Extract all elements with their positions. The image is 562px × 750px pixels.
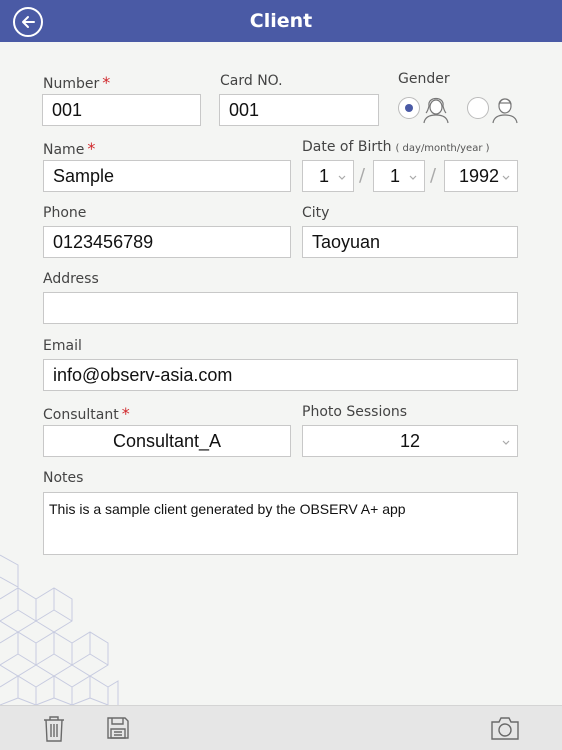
female-avatar-icon xyxy=(423,97,449,124)
chevron-down-icon xyxy=(409,175,417,180)
male-avatar-icon xyxy=(492,98,518,124)
bottom-toolbar xyxy=(0,705,562,750)
card-no-label: Card NO. xyxy=(220,73,283,89)
dob-separator: / xyxy=(359,165,366,186)
photo-sessions-value: 12 xyxy=(399,430,421,451)
phone-field[interactable]: 0123456789 xyxy=(43,226,291,258)
dob-format-hint: ( day/month/year ) xyxy=(395,143,490,154)
address-label: Address xyxy=(43,271,99,287)
notes-label: Notes xyxy=(43,470,84,486)
dob-label: Date of Birth( day/month/year ) xyxy=(302,139,490,155)
address-field[interactable] xyxy=(43,292,518,324)
dob-month-select[interactable]: 1 xyxy=(373,160,425,192)
city-label: City xyxy=(302,205,330,221)
save-disk-icon[interactable] xyxy=(106,716,130,740)
gender-male-radio[interactable] xyxy=(467,97,489,119)
number-field[interactable]: 001 xyxy=(42,94,201,126)
page-title: Client xyxy=(249,10,313,32)
name-field[interactable]: Sample xyxy=(43,160,291,192)
city-field[interactable]: Taoyuan xyxy=(302,226,518,258)
email-label: Email xyxy=(43,338,82,354)
photo-sessions-label: Photo Sessions xyxy=(302,404,408,420)
chevron-down-icon xyxy=(502,175,510,180)
card-no-field[interactable]: 001 xyxy=(219,94,379,126)
dob-day-value: 1 xyxy=(318,165,329,186)
dob-year-value: 1992 xyxy=(458,165,500,186)
phone-label: Phone xyxy=(43,205,87,221)
required-mark: * xyxy=(121,404,130,423)
dob-month-value: 1 xyxy=(389,165,400,186)
required-mark: * xyxy=(102,73,111,92)
trash-icon[interactable] xyxy=(42,715,66,743)
dob-year-select[interactable]: 1992 xyxy=(444,160,518,192)
photo-sessions-select[interactable]: 12 xyxy=(302,425,518,457)
required-mark: * xyxy=(87,139,96,158)
chevron-down-icon xyxy=(338,175,346,180)
notes-textarea[interactable]: This is a sample client generated by the… xyxy=(43,492,518,555)
app-header: Client xyxy=(0,0,562,42)
back-arrow-circle-icon xyxy=(22,16,35,28)
number-label: Number * xyxy=(43,73,111,92)
decorative-cube-pattern xyxy=(0,554,119,705)
back-button[interactable] xyxy=(13,7,43,37)
email-field[interactable]: info@observ-asia.com xyxy=(43,359,518,391)
chevron-down-icon xyxy=(502,440,510,445)
camera-icon[interactable] xyxy=(490,716,520,740)
name-label: Name * xyxy=(43,139,96,158)
dob-separator: / xyxy=(430,165,437,186)
gender-label: Gender xyxy=(398,71,450,87)
consultant-label: Consultant * xyxy=(43,404,130,423)
dob-day-select[interactable]: 1 xyxy=(302,160,354,192)
gender-female-radio[interactable] xyxy=(398,97,420,119)
consultant-field[interactable]: Consultant_A xyxy=(43,425,291,457)
